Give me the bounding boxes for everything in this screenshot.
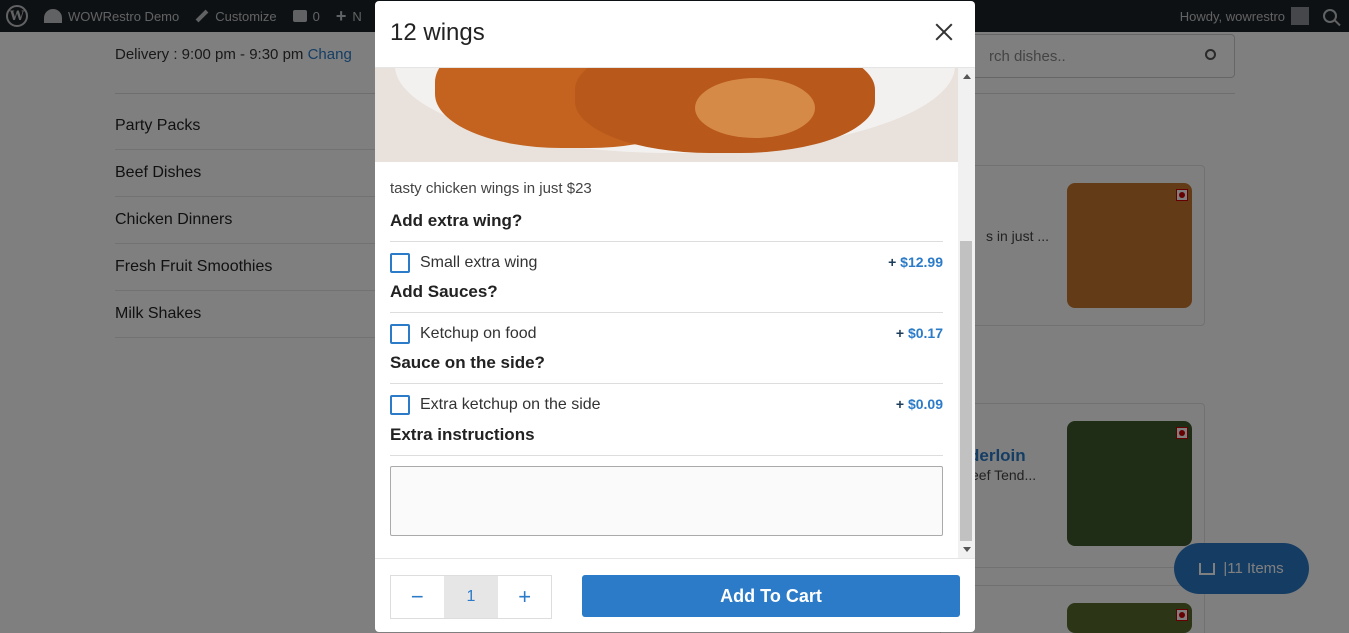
scroll-down-icon[interactable] [963,547,971,552]
addon-label: Small extra wing [420,254,538,271]
product-image [375,68,958,162]
product-options-modal: 12 wings tasty chicken wings in just $23… [375,1,975,632]
addon-group-title: Add extra wing? [390,211,523,230]
product-description: tasty chicken wings in just $23 [390,180,592,197]
quantity-stepper: − 1 + [390,575,552,619]
addon-label: Ketchup on food [420,325,537,342]
divider [390,312,943,313]
scroll-up-icon[interactable] [963,74,971,79]
instructions-title: Extra instructions [390,425,535,444]
addon-label: Extra ketchup on the side [420,396,601,413]
divider [390,383,943,384]
modal-header: 12 wings [375,1,975,68]
addon-price: + $0.09 [895,396,943,412]
scrollbar-thumb[interactable] [960,241,972,541]
modal-scrollbar[interactable] [958,68,975,558]
addon-option[interactable]: Ketchup on food + $0.17 [390,323,943,347]
divider [390,241,943,242]
addon-checkbox[interactable] [390,395,410,415]
divider [390,455,943,456]
add-to-cart-button[interactable]: Add To Cart [582,575,960,617]
quantity-input[interactable]: 1 [443,576,499,618]
addon-price: + $12.99 [888,254,943,270]
addon-option[interactable]: Extra ketchup on the side + $0.09 [390,394,943,418]
addon-checkbox[interactable] [390,324,410,344]
close-icon[interactable] [933,21,955,43]
instructions-textarea[interactable] [390,466,943,536]
addon-group-title: Sauce on the side? [390,353,545,372]
addon-price: + $0.17 [895,325,943,341]
modal-title: 12 wings [390,19,485,46]
increase-quantity-button[interactable]: + [498,576,552,618]
modal-body: tasty chicken wings in just $23 Add extr… [375,68,958,558]
decrease-quantity-button[interactable]: − [391,576,444,618]
modal-footer: − 1 + Add To Cart [375,558,975,632]
addon-checkbox[interactable] [390,253,410,273]
addon-group-title: Add Sauces? [390,282,498,301]
addon-option[interactable]: Small extra wing + $12.99 [390,252,943,276]
